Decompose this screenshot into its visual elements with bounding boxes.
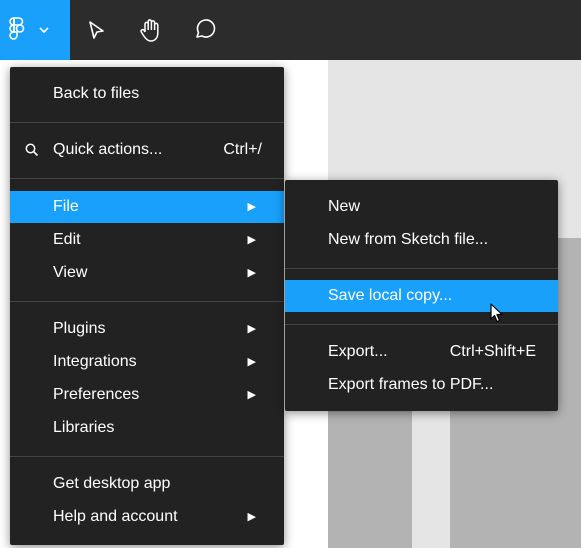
menu-divider [10, 456, 284, 457]
search-icon [25, 143, 39, 157]
submenu-arrow-icon: ▶ [247, 511, 256, 523]
main-menu: Back to files Quick actions... Ctrl+/ Fi… [10, 67, 284, 545]
menu-divider [10, 122, 284, 123]
chevron-down-icon [39, 27, 49, 34]
menu-item-label: Plugins [53, 320, 106, 337]
menu-item-export-frames-pdf[interactable]: Export frames to PDF... [285, 369, 558, 401]
menu-item-quick-actions[interactable]: Quick actions... Ctrl+/ [10, 134, 284, 166]
menu-item-file[interactable]: File ▶ [10, 191, 284, 223]
menu-item-label: Edit [53, 231, 81, 248]
menu-item-label: Preferences [53, 386, 140, 403]
menu-item-label: Save local copy... [328, 287, 453, 304]
menu-item-label: New from Sketch file... [328, 231, 489, 248]
submenu-arrow-icon: ▶ [247, 389, 256, 401]
menu-divider [285, 268, 558, 269]
submenu-arrow-icon: ▶ [247, 201, 256, 213]
menu-item-label: Integrations [53, 353, 137, 370]
hand-icon[interactable] [133, 12, 169, 48]
menu-item-label: New [328, 198, 361, 215]
menu-item-label: Quick actions... [53, 141, 163, 158]
main-menu-button[interactable] [0, 0, 70, 60]
submenu-arrow-icon: ▶ [247, 323, 256, 335]
mouse-cursor-icon [490, 303, 503, 323]
submenu-arrow-icon: ▶ [247, 356, 256, 368]
menu-item-label: File [53, 198, 79, 215]
menu-item-label: Back to files [53, 85, 140, 102]
menu-item-preferences[interactable]: Preferences ▶ [10, 379, 284, 411]
canvas-frame-strip [328, 410, 412, 548]
menu-item-label: Export... [328, 343, 388, 360]
menu-item-label: Libraries [53, 419, 115, 436]
submenu-arrow-icon: ▶ [247, 234, 256, 246]
menu-divider [10, 301, 284, 302]
menu-item-plugins[interactable]: Plugins ▶ [10, 313, 284, 345]
menu-item-label: Help and account [53, 508, 178, 525]
menu-item-help-and-account[interactable]: Help and account ▶ [10, 501, 284, 533]
menu-item-edit[interactable]: Edit ▶ [10, 224, 284, 256]
menu-item-view[interactable]: View ▶ [10, 257, 284, 289]
submenu-arrow-icon: ▶ [247, 267, 256, 279]
menu-item-label: Export frames to PDF... [328, 376, 494, 393]
menu-item-label: View [53, 264, 88, 281]
file-submenu: New New from Sketch file... Save local c… [285, 180, 558, 411]
comment-icon[interactable] [187, 12, 223, 48]
toolbar [0, 0, 581, 60]
figma-logo-icon [9, 17, 25, 40]
menu-item-get-desktop-app[interactable]: Get desktop app [10, 468, 284, 500]
menu-item-export[interactable]: Export... Ctrl+Shift+E [285, 336, 558, 368]
menu-item-new[interactable]: New [285, 191, 558, 223]
menu-item-libraries[interactable]: Libraries [10, 412, 284, 444]
menu-item-label: Get desktop app [53, 475, 171, 492]
menu-item-back-to-files[interactable]: Back to files [10, 78, 284, 110]
menu-item-integrations[interactable]: Integrations ▶ [10, 346, 284, 378]
menu-item-save-local-copy[interactable]: Save local copy... [285, 280, 558, 312]
menu-divider [285, 324, 558, 325]
menu-divider [10, 178, 284, 179]
menu-item-new-from-sketch[interactable]: New from Sketch file... [285, 224, 558, 256]
move-pointer-icon[interactable] [79, 12, 115, 48]
shortcut-text: Ctrl+/ [223, 141, 262, 158]
shortcut-text: Ctrl+Shift+E [449, 343, 536, 360]
